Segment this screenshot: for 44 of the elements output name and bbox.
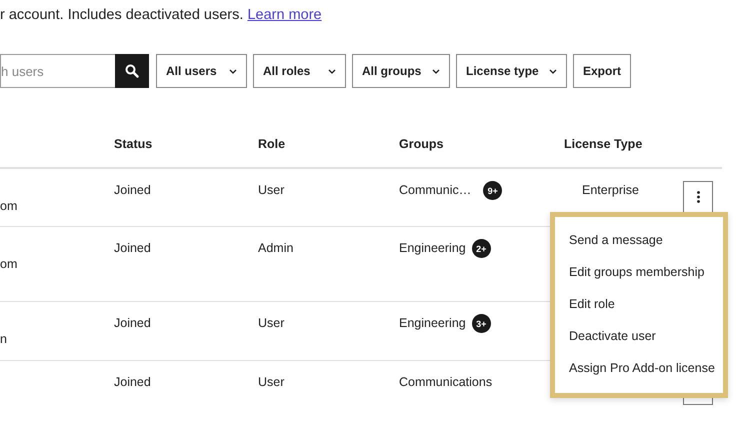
table-cell: n: [0, 332, 7, 346]
filter-dropdown[interactable]: License type: [456, 54, 567, 88]
table-cell: Communic…: [399, 183, 472, 197]
count-badge: 2+: [472, 239, 491, 258]
menu-item[interactable]: Deactivate user: [555, 323, 723, 355]
table-cell: Enterprise: [582, 183, 639, 197]
description-text: r account. Includes deactivated users. Learn more: [0, 6, 323, 25]
search-icon: [125, 64, 139, 78]
filter-dropdown[interactable]: All groups: [352, 54, 450, 88]
table-cell: User: [258, 316, 284, 330]
search-button[interactable]: [115, 54, 149, 88]
menu-item[interactable]: Edit groups membership: [555, 259, 723, 291]
chevron-down-icon: [549, 68, 557, 74]
table-cell: Admin: [258, 241, 294, 255]
table-cell: Engineering: [399, 316, 466, 330]
table-cell: User: [258, 183, 284, 197]
table-cell: Joined: [114, 183, 151, 197]
column-header: Groups: [399, 137, 444, 151]
filter-dropdown[interactable]: All roles: [253, 54, 346, 88]
column-header: Role: [258, 137, 286, 151]
count-badge: 3+: [472, 314, 491, 333]
table-cell: Joined: [114, 241, 151, 255]
table-cell: om: [0, 257, 18, 271]
table-cell: User: [258, 375, 284, 389]
learn-more-link[interactable]: Learn more: [247, 7, 322, 23]
more-vertical-icon: [696, 191, 700, 203]
filter-dropdown[interactable]: All users: [156, 54, 247, 88]
column-header: License Type: [564, 137, 644, 151]
chevron-down-icon: [432, 68, 440, 74]
menu-item[interactable]: Send a message: [555, 227, 723, 259]
table-cell: Joined: [114, 316, 151, 330]
column-header: Status: [114, 137, 154, 151]
export-button[interactable]: Export: [573, 54, 631, 88]
count-badge: 9+: [483, 181, 502, 200]
table-cell: om: [0, 199, 18, 213]
more-button[interactable]: [683, 181, 713, 213]
menu-item[interactable]: Assign Pro Add-on license: [555, 355, 723, 387]
chevron-down-icon: [328, 68, 336, 74]
table-cell: Communications: [399, 375, 492, 389]
menu-item[interactable]: Edit role: [555, 291, 723, 323]
search-field[interactable]: h users: [0, 54, 115, 88]
chevron-down-icon: [229, 68, 237, 74]
table-cell: Engineering: [399, 241, 466, 255]
table-cell: Joined: [114, 375, 151, 389]
